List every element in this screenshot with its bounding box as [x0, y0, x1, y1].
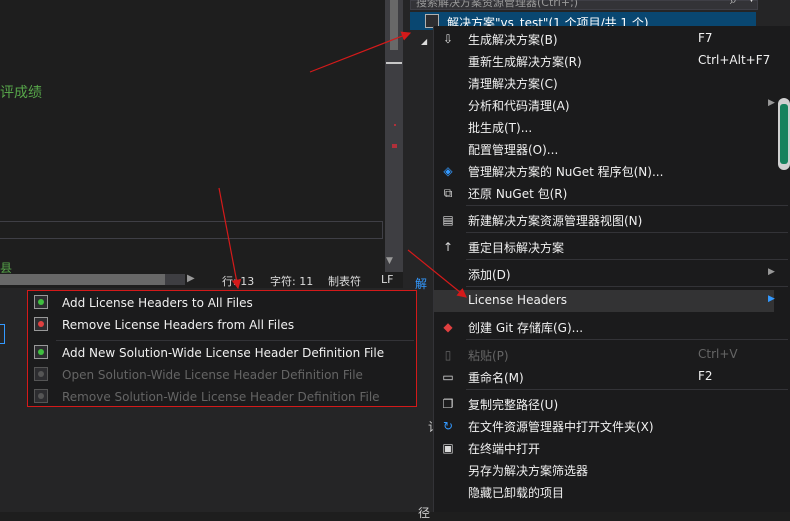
scroll-right-icon[interactable]: ▶ — [187, 273, 195, 284]
up-arrow-icon: ↑ — [442, 240, 454, 254]
rename-icon: ▭ — [442, 370, 454, 384]
submenu-item-remove-definition-file[interactable]: Remove Solution-Wide License Header Defi… — [28, 386, 416, 408]
status-char-number[interactable]: 字符: 11 — [270, 273, 313, 289]
menu-item-hide-unloaded[interactable]: 隐藏已卸载的项目 — [434, 481, 774, 503]
menu-item-copy-full-path[interactable]: ❐ 复制完整路径(U) — [434, 393, 774, 415]
nuget-icon: ◈ — [443, 164, 453, 178]
menu-item-restore-nuget[interactable]: ⧉ 还原 NuGet 包(R) — [434, 182, 774, 204]
status-line-ending[interactable]: LF — [381, 273, 393, 286]
submenu-separator — [56, 340, 414, 341]
remove-license-icon — [34, 317, 48, 331]
submenu-arrow-icon: ▶ — [768, 98, 775, 108]
search-icon[interactable]: ⌕ — [730, 0, 737, 8]
editor-current-line — [0, 221, 383, 239]
submenu-item-add-license-all[interactable]: Add License Headers to All Files — [28, 292, 416, 314]
menu-item-save-as-filter[interactable]: 另存为解决方案筛选器 — [434, 459, 774, 481]
menu-item-clean-solution[interactable]: 清理解决方案(C) — [434, 72, 774, 94]
expand-triangle-icon[interactable]: ◢ — [421, 37, 427, 46]
pane-focus-indicator — [0, 324, 5, 344]
terminal-icon: ▣ — [442, 441, 454, 455]
copy-icon: ❐ — [442, 397, 454, 411]
chevron-down-icon[interactable]: ▼ — [748, 0, 755, 4]
open-folder-icon: ↻ — [442, 419, 454, 433]
menu-scrollbar-thumb[interactable] — [780, 104, 788, 164]
menu-item-open-in-terminal[interactable]: ▣ 在终端中打开 — [434, 437, 774, 459]
submenu-arrow-icon: ▶ — [768, 267, 775, 277]
status-line-number[interactable]: 行: 13 — [222, 273, 254, 289]
git-icon: ◆ — [443, 320, 453, 334]
menu-item-add[interactable]: 添加(D) ▶ — [434, 263, 775, 285]
search-placeholder: 搜索解决方案资源管理器(Ctrl+;) — [416, 0, 579, 9]
menu-item-create-git-repo[interactable]: ◆ 创建 Git 存储库(G)... — [434, 316, 774, 338]
scrollbar-breakpoint-marker — [392, 144, 397, 148]
menu-separator — [466, 205, 788, 206]
submenu-item-add-definition-file[interactable]: Add New Solution-Wide License Header Def… — [28, 342, 416, 364]
menu-item-build-solution[interactable]: ⇩ 生成解决方案(B) F7 — [434, 28, 774, 50]
code-comment-text: 评成绩 — [0, 85, 42, 101]
menu-item-retarget-solution[interactable]: ↑ 重定目标解决方案 — [434, 236, 774, 258]
menu-separator — [466, 339, 788, 340]
status-tab-mode[interactable]: 制表符 — [328, 273, 361, 289]
menu-separator — [466, 286, 788, 287]
scroll-down-icon[interactable]: ▼ — [386, 256, 393, 266]
menu-item-paste[interactable]: ▯ 粘贴(P) Ctrl+V — [434, 344, 774, 366]
submenu-item-remove-license-all[interactable]: Remove License Headers from All Files — [28, 314, 416, 336]
editor-horizontal-scrollbar-thumb[interactable] — [0, 274, 165, 285]
menu-item-new-view[interactable]: ▤ 新建解决方案资源管理器视图(N) — [434, 209, 774, 231]
menu-item-license-headers[interactable]: License Headers ▶ — [434, 290, 775, 312]
editor-scrollbar-thumb[interactable] — [390, 0, 398, 50]
submenu-arrow-icon: ▶ — [768, 294, 775, 304]
menu-separator — [466, 389, 788, 390]
build-icon: ⇩ — [442, 32, 454, 46]
editor-horizontal-scrollbar-track[interactable] — [165, 274, 185, 285]
menu-item-manage-nuget[interactable]: ◈ 管理解决方案的 NuGet 程序包(N)... — [434, 160, 774, 182]
submenu-item-open-definition-file[interactable]: Open Solution-Wide License Header Defini… — [28, 364, 416, 386]
menu-item-config-manager[interactable]: 配置管理器(O)... — [434, 138, 774, 160]
remove-definition-icon — [34, 389, 48, 403]
scrollbar-error-marker — [394, 124, 396, 126]
scrollbar-caret-marker — [386, 62, 402, 64]
solution-explorer-text-bottom: 径 — [418, 506, 431, 520]
menu-item-batch-build[interactable]: 批生成(T)... — [434, 116, 774, 138]
restore-icon: ⧉ — [443, 186, 453, 200]
menu-item-analyze-cleanup[interactable]: 分析和代码清理(A) ▶ — [434, 94, 775, 116]
menu-item-rebuild-solution[interactable]: 重新生成解决方案(R) Ctrl+Alt+F7 — [434, 50, 774, 72]
add-definition-icon — [34, 345, 48, 359]
add-license-icon — [34, 295, 48, 309]
menu-separator — [466, 259, 788, 260]
paste-icon: ▯ — [444, 348, 452, 362]
menu-item-rename[interactable]: ▭ 重命名(M) F2 — [434, 366, 774, 388]
new-view-icon: ▤ — [442, 213, 454, 227]
open-definition-icon — [34, 367, 48, 381]
menu-item-open-in-explorer[interactable]: ↻ 在文件资源管理器中打开文件夹(X) — [434, 415, 774, 437]
menu-separator — [466, 232, 788, 233]
